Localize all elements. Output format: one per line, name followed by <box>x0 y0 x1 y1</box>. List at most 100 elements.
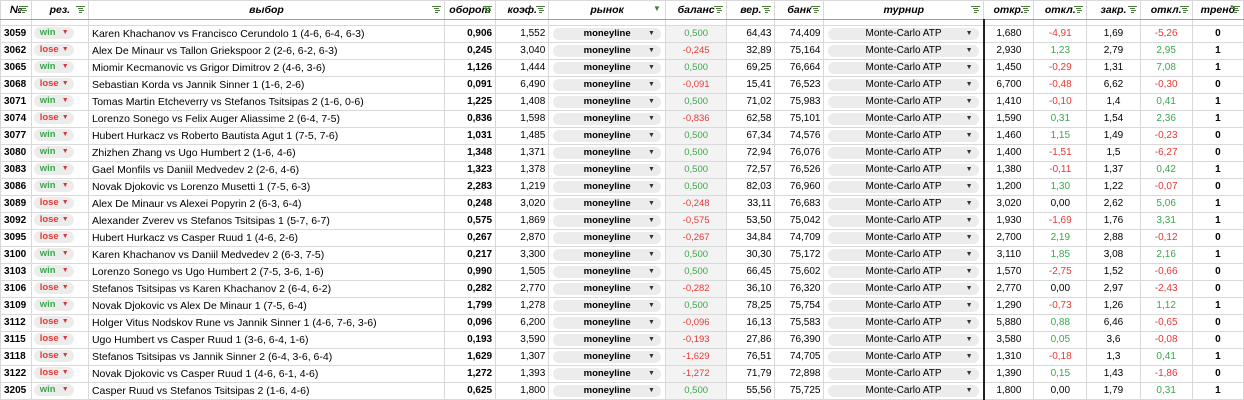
cell-match[interactable]: Lorenzo Sonego vs Felix Auger Aliassime … <box>87 110 445 128</box>
cell-match[interactable]: Alex De Minaur vs Tallon Griekspoor 2 (2… <box>87 42 445 60</box>
cell-open[interactable]: 1,450 <box>982 59 1035 77</box>
cell-prob[interactable]: 71,79 <box>726 365 776 383</box>
chevron-down-icon[interactable]: ▼ <box>648 334 655 346</box>
header-close[interactable]: закр. <box>1086 0 1141 20</box>
cell-dev1[interactable]: -0,18 <box>1033 348 1088 366</box>
cell-coef[interactable]: 2,770 <box>495 280 550 298</box>
chevron-down-icon[interactable]: ▼ <box>966 232 973 244</box>
cell-dev2[interactable]: 1,12 <box>1139 297 1193 315</box>
cell-market[interactable]: moneyline ▼ <box>548 382 666 400</box>
cell-market[interactable]: moneyline ▼ <box>548 93 666 111</box>
cell-close[interactable]: 6,46 <box>1086 314 1141 332</box>
cell-result[interactable]: lose ▼ <box>30 42 89 60</box>
cell-balance[interactable]: -0,836 <box>664 110 728 128</box>
cell-bank[interactable]: 76,526 <box>774 161 825 179</box>
cell-match[interactable]: Tomas Martin Etcheverry vs Stefanos Tsit… <box>87 93 445 111</box>
chevron-down-icon[interactable]: ▼ <box>62 367 69 379</box>
cell-id[interactable]: 3103 <box>0 263 32 281</box>
cell-trend[interactable]: 1 <box>1191 93 1244 111</box>
cell-trend[interactable]: 0 <box>1191 331 1244 349</box>
chevron-down-icon[interactable]: ▼ <box>62 384 69 396</box>
chevron-down-icon[interactable]: ▼ <box>62 163 69 175</box>
cell-market[interactable]: moneyline ▼ <box>548 314 666 332</box>
cell-balance[interactable]: -0,575 <box>664 212 728 230</box>
cell-bank[interactable]: 75,172 <box>774 246 825 264</box>
cell-close[interactable]: 6,62 <box>1086 76 1141 94</box>
cell-open[interactable]: 1,590 <box>982 110 1035 128</box>
chevron-down-icon[interactable]: ▼ <box>62 316 69 328</box>
cell-close[interactable]: 1,69 <box>1086 25 1141 43</box>
cell-market[interactable]: moneyline ▼ <box>548 178 666 196</box>
cell-balance[interactable]: -1,629 <box>664 348 728 366</box>
chevron-down-icon[interactable]: ▼ <box>62 27 69 39</box>
cell-coef[interactable]: 2,870 <box>495 229 550 247</box>
cell-balance[interactable]: -0,096 <box>664 314 728 332</box>
result-dropdown[interactable]: lose ▼ <box>33 112 74 125</box>
chevron-down-icon[interactable]: ▼ <box>62 44 69 56</box>
cell-match[interactable]: Holger Vitus Nodskov Rune vs Jannik Sinn… <box>87 314 445 332</box>
market-dropdown[interactable]: moneyline ▼ <box>553 96 661 108</box>
table-row[interactable]: 3092 lose ▼ Alexander Zverev vs Stefanos Ts… <box>0 212 1244 230</box>
cell-balance[interactable]: 0,500 <box>664 25 728 43</box>
cell-bank[interactable]: 76,320 <box>774 280 825 298</box>
cell-turnover[interactable]: 1,031 <box>443 127 497 145</box>
cell-dev1[interactable]: -0,11 <box>1033 161 1088 179</box>
cell-id[interactable]: 3106 <box>0 280 32 298</box>
cell-match[interactable]: Alex De Minaur vs Alexei Popyrin 2 (6-3,… <box>87 195 445 213</box>
cell-balance[interactable]: -0,245 <box>664 42 728 60</box>
cell-turnover[interactable]: 0,906 <box>443 25 497 43</box>
cell-id[interactable]: 3095 <box>0 229 32 247</box>
cell-open[interactable]: 1,310 <box>982 348 1035 366</box>
result-dropdown[interactable]: lose ▼ <box>33 231 74 244</box>
result-dropdown[interactable]: win ▼ <box>33 299 74 312</box>
cell-coef[interactable]: 3,020 <box>495 195 550 213</box>
cell-balance[interactable]: -1,272 <box>664 365 728 383</box>
cell-trend[interactable]: 0 <box>1191 263 1244 281</box>
cell-close[interactable]: 2,97 <box>1086 280 1141 298</box>
cell-tournament[interactable]: Monte-Carlo ATP ▼ <box>823 280 985 298</box>
cell-close[interactable]: 1,26 <box>1086 297 1141 315</box>
header-coef[interactable]: коэф. <box>495 0 550 20</box>
cell-bank[interactable]: 75,101 <box>774 110 825 128</box>
cell-trend[interactable]: 1 <box>1191 348 1244 366</box>
cell-dev2[interactable]: -0,66 <box>1139 263 1193 281</box>
cell-balance[interactable]: 0,500 <box>664 297 728 315</box>
cell-dev1[interactable]: 1,15 <box>1033 127 1088 145</box>
cell-close[interactable]: 2,79 <box>1086 42 1141 60</box>
cell-balance[interactable]: -0,282 <box>664 280 728 298</box>
tournament-dropdown[interactable]: Monte-Carlo ATP ▼ <box>828 317 979 329</box>
cell-bank[interactable]: 76,523 <box>774 76 825 94</box>
chevron-down-icon[interactable]: ▼ <box>966 334 973 346</box>
cell-bank[interactable]: 76,076 <box>774 144 825 162</box>
chevron-down-icon[interactable]: ▼ <box>62 197 69 209</box>
chevron-down-icon[interactable]: ▼ <box>62 129 69 141</box>
chevron-down-icon[interactable]: ▼ <box>648 147 655 159</box>
header-market[interactable]: рынок <box>548 0 666 20</box>
cell-id[interactable]: 3059 <box>0 25 32 43</box>
cell-result[interactable]: lose ▼ <box>30 110 89 128</box>
tournament-dropdown[interactable]: Monte-Carlo ATP ▼ <box>828 266 979 278</box>
cell-market[interactable]: moneyline ▼ <box>548 365 666 383</box>
cell-tournament[interactable]: Monte-Carlo ATP ▼ <box>823 382 985 400</box>
chevron-down-icon[interactable]: ▼ <box>62 146 69 158</box>
chevron-down-icon[interactable]: ▼ <box>966 147 973 159</box>
cell-match[interactable]: Stefanos Tsitsipas vs Karen Khachanov 2 … <box>87 280 445 298</box>
chevron-down-icon[interactable]: ▼ <box>648 283 655 295</box>
cell-balance[interactable]: -0,091 <box>664 76 728 94</box>
cell-coef[interactable]: 1,485 <box>495 127 550 145</box>
filter-icon[interactable] <box>762 6 772 14</box>
table-row[interactable]: 3068 lose ▼ Sebastian Korda vs Jannik Sinne… <box>0 76 1244 94</box>
chevron-down-icon[interactable]: ▼ <box>966 96 973 108</box>
table-row[interactable]: 3205 win ▼ Casper Ruud vs Stefanos Tsitsipa… <box>0 382 1244 400</box>
cell-prob[interactable]: 27,86 <box>726 331 776 349</box>
cell-id[interactable]: 3118 <box>0 348 32 366</box>
chevron-down-icon[interactable]: ▼ <box>648 232 655 244</box>
cell-dev2[interactable]: 0,31 <box>1139 382 1193 400</box>
cell-dev1[interactable]: -0,73 <box>1033 297 1088 315</box>
cell-close[interactable]: 1,54 <box>1086 110 1141 128</box>
cell-id[interactable]: 3109 <box>0 297 32 315</box>
chevron-down-icon[interactable]: ▼ <box>62 282 69 294</box>
cell-dev1[interactable]: -1,69 <box>1033 212 1088 230</box>
cell-market[interactable]: moneyline ▼ <box>548 246 666 264</box>
cell-open[interactable]: 1,400 <box>982 144 1035 162</box>
